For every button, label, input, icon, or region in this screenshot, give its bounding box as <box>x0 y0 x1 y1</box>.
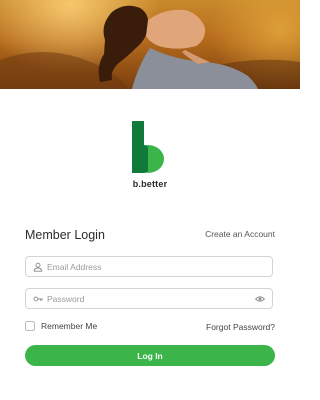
hero-image <box>0 0 300 89</box>
password-field[interactable] <box>25 288 273 309</box>
hero-photo-illustration <box>0 5 300 89</box>
eye-icon[interactable] <box>255 294 265 304</box>
remember-me[interactable]: Remember Me <box>25 320 97 332</box>
page-title: Member Login <box>25 228 105 242</box>
remember-me-label: Remember Me <box>41 321 98 331</box>
forgot-password-link[interactable]: Forgot Password? <box>206 322 275 332</box>
email-input[interactable] <box>47 257 247 276</box>
create-account-link[interactable]: Create an Account <box>205 229 275 239</box>
remember-me-checkbox[interactable] <box>25 321 35 331</box>
brand-name: b.better <box>132 179 168 189</box>
password-input[interactable] <box>47 289 247 308</box>
key-icon <box>33 296 43 302</box>
b-better-logo <box>132 121 164 173</box>
log-in-button[interactable]: Log In <box>25 345 275 366</box>
user-icon <box>33 262 43 272</box>
email-field[interactable] <box>25 256 273 277</box>
